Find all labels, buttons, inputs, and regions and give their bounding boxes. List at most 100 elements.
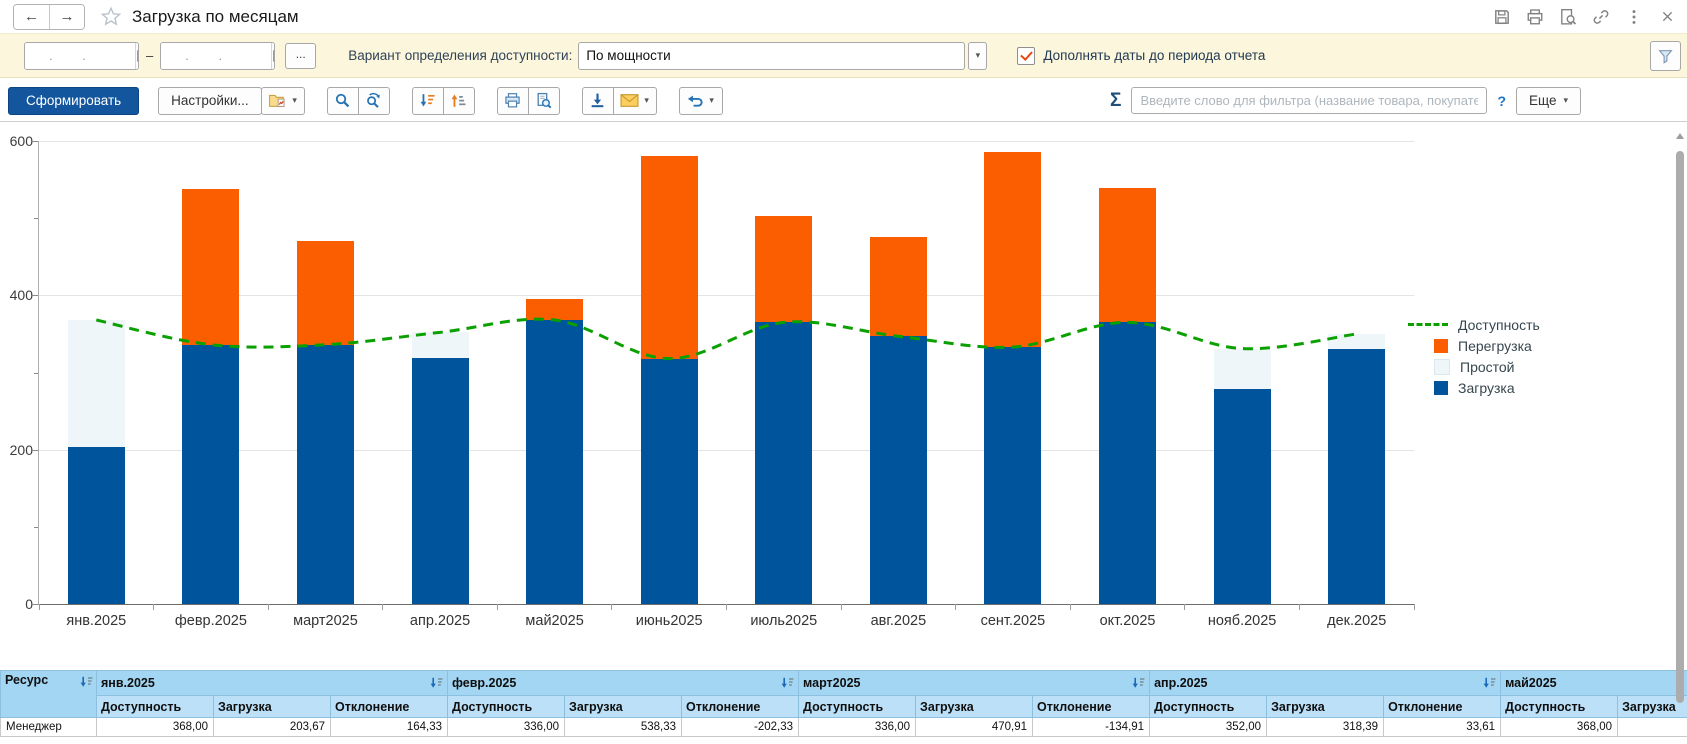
collapse-groups-button[interactable]: [412, 87, 444, 115]
sort-icon[interactable]: [781, 677, 794, 689]
help-button[interactable]: ?: [1497, 93, 1506, 109]
column-header-measure[interactable]: Отклонение: [682, 696, 799, 718]
bar-segment-перегрузка[interactable]: [1099, 188, 1156, 322]
more-vertical-icon[interactable]: [1624, 7, 1644, 27]
bar-segment-перегрузка[interactable]: [182, 189, 239, 345]
bar-segment-загрузка[interactable]: [297, 345, 354, 604]
print-icon[interactable]: [1525, 7, 1545, 27]
availability-variant-dropdown-button[interactable]: ▾: [968, 42, 987, 70]
value-cell[interactable]: 203,67: [214, 718, 331, 737]
value-cell[interactable]: 470,91: [916, 718, 1033, 737]
value-cell[interactable]: 538,33: [565, 718, 682, 737]
bar-segment-простой[interactable]: [1214, 349, 1271, 389]
search-button[interactable]: [327, 87, 359, 115]
column-header-measure[interactable]: Отклонение: [331, 696, 448, 718]
sort-icon[interactable]: [1483, 677, 1496, 689]
value-cell[interactable]: 336,00: [448, 718, 565, 737]
column-header-measure[interactable]: Доступность: [799, 696, 916, 718]
quick-filter-input[interactable]: [1131, 87, 1487, 114]
generate-button[interactable]: Сформировать: [8, 87, 139, 115]
bar-segment-загрузка[interactable]: [870, 336, 927, 604]
value-cell[interactable]: 318,39: [1267, 718, 1384, 737]
back-button[interactable]: ←: [14, 5, 49, 29]
column-header-measure[interactable]: Доступность: [1150, 696, 1267, 718]
value-cell[interactable]: 164,33: [331, 718, 448, 737]
bar-segment-загрузка[interactable]: [1214, 389, 1271, 604]
bar-segment-загрузка[interactable]: [1099, 322, 1156, 604]
column-header-measure[interactable]: Отклонение: [1033, 696, 1150, 718]
column-header-measure[interactable]: Отклонение: [1384, 696, 1501, 718]
bar-segment-перегрузка[interactable]: [641, 156, 698, 358]
print-blue-button[interactable]: [497, 87, 529, 115]
calendar-icon[interactable]: [135, 43, 139, 69]
bar-segment-загрузка[interactable]: [68, 447, 125, 604]
undo-button[interactable]: ▾: [679, 87, 723, 115]
bar-segment-перегрузка[interactable]: [297, 241, 354, 345]
column-header-month[interactable]: март2025: [799, 671, 1150, 696]
scroll-up-icon[interactable]: [1676, 133, 1684, 139]
column-header-month[interactable]: янв.2025: [97, 671, 448, 696]
column-header-measure[interactable]: Загрузка: [916, 696, 1033, 718]
chevron-down-icon: ▾: [1563, 95, 1568, 106]
value-cell[interactable]: 336,00: [799, 718, 916, 737]
print-preview-button[interactable]: [528, 87, 560, 115]
column-header-measure[interactable]: Загрузка: [565, 696, 682, 718]
bar-segment-простой[interactable]: [68, 320, 125, 447]
download-button[interactable]: [582, 87, 614, 115]
column-header-measure[interactable]: Доступность: [448, 696, 565, 718]
vertical-scrollbar[interactable]: [1675, 127, 1685, 742]
bar-segment-перегрузка[interactable]: [870, 237, 927, 336]
bar-segment-загрузка[interactable]: [641, 359, 698, 604]
column-header-measure[interactable]: Доступность: [97, 696, 214, 718]
resource-cell[interactable]: Менеджер: [1, 718, 97, 737]
forward-button[interactable]: →: [49, 5, 84, 29]
sort-icon[interactable]: [80, 676, 93, 688]
bar-segment-перегрузка[interactable]: [984, 152, 1041, 347]
more-actions-button[interactable]: Еще ▾: [1516, 87, 1581, 115]
value-cell[interactable]: 33,61: [1384, 718, 1501, 737]
column-header-measure[interactable]: Доступность: [1501, 696, 1618, 718]
preview-icon[interactable]: [1558, 7, 1578, 27]
value-cell[interactable]: -134,91: [1033, 718, 1150, 737]
close-icon[interactable]: [1657, 7, 1677, 27]
column-header-measure[interactable]: Загрузка: [214, 696, 331, 718]
column-header-month[interactable]: февр.2025: [448, 671, 799, 696]
extend-dates-checkbox[interactable]: [1017, 47, 1035, 65]
calendar-icon[interactable]: [271, 43, 275, 69]
settings-button[interactable]: Настройки...: [158, 87, 261, 115]
bar-segment-простой[interactable]: [1328, 334, 1385, 349]
bar-segment-загрузка[interactable]: [984, 347, 1041, 604]
value-cell[interactable]: 368,00: [1501, 718, 1618, 737]
availability-variant-select[interactable]: По мощности: [578, 42, 965, 70]
value-cell[interactable]: 352,00: [1150, 718, 1267, 737]
column-header-resource[interactable]: Ресурс: [1, 671, 97, 718]
period-more-button[interactable]: ...: [285, 43, 316, 69]
date-to-input[interactable]: [161, 44, 271, 68]
filter-funnel-button[interactable]: [1650, 41, 1681, 71]
scrollbar-thumb[interactable]: [1676, 151, 1684, 703]
bar-segment-простой[interactable]: [412, 332, 469, 358]
value-cell[interactable]: -202,33: [682, 718, 799, 737]
bar-segment-перегрузка[interactable]: [526, 299, 583, 320]
value-cell[interactable]: 368,00: [97, 718, 214, 737]
column-header-measure[interactable]: Загрузка: [1267, 696, 1384, 718]
bar-segment-загрузка[interactable]: [1328, 349, 1385, 604]
bar-segment-загрузка[interactable]: [526, 320, 583, 604]
email-button[interactable]: ▾: [613, 87, 657, 115]
link-icon[interactable]: [1591, 7, 1611, 27]
column-header-month[interactable]: май2025: [1501, 671, 1687, 696]
search-again-button[interactable]: [358, 87, 390, 115]
bar-segment-загрузка[interactable]: [412, 358, 469, 604]
save-icon[interactable]: [1492, 7, 1512, 27]
favorite-star-icon[interactable]: [99, 5, 123, 28]
sort-icon[interactable]: [1132, 677, 1145, 689]
expand-groups-button[interactable]: [443, 87, 475, 115]
bar-segment-загрузка[interactable]: [755, 322, 812, 604]
date-from-input[interactable]: [25, 44, 135, 68]
report-variants-button[interactable]: ▾: [261, 87, 305, 115]
sum-totals-icon[interactable]: Σ: [1110, 90, 1121, 112]
bar-segment-загрузка[interactable]: [182, 345, 239, 604]
bar-segment-перегрузка[interactable]: [755, 216, 812, 322]
column-header-month[interactable]: апр.2025: [1150, 671, 1501, 696]
sort-icon[interactable]: [430, 677, 443, 689]
